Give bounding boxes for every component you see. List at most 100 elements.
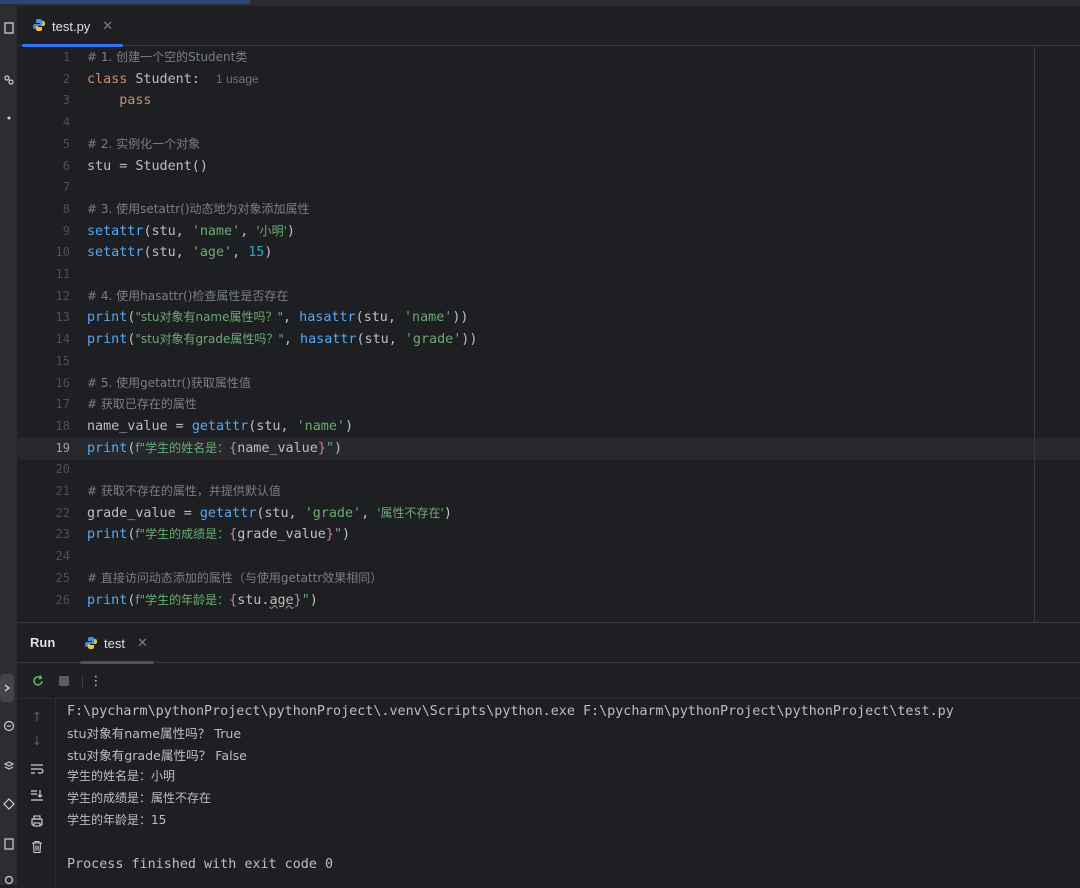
code-line-6: stu = Student() — [87, 156, 208, 178]
code-text: (stu, — [256, 505, 305, 521]
code-line-8: # 3. 使用setattr()动态地为对象添加属性 — [87, 199, 310, 221]
code-line-9: setattr(stu, 'name', '小明') — [87, 221, 295, 243]
string: '小明' — [256, 223, 287, 238]
fstring-brace: } — [325, 527, 334, 543]
string: " — [325, 440, 334, 456]
string: "stu对象有name属性吗？" — [135, 310, 284, 325]
string: f"学生的姓名是： — [135, 440, 230, 455]
code-text: ) — [342, 527, 351, 543]
arrow-up-icon[interactable]: ↑ — [27, 707, 47, 727]
code-line-13: print("stu对象有name属性吗？", hasattr(stu, 'na… — [87, 307, 468, 329]
fstring-variable: stu. — [237, 592, 270, 608]
line-number: 1 — [62, 50, 70, 64]
code-line-21: # 获取不存在的属性，并提供默认值 — [87, 481, 281, 503]
soft-wrap-icon[interactable] — [27, 759, 47, 779]
console-output[interactable]: F:\pycharm\pythonProject\pythonProject\.… — [67, 701, 1067, 875]
usage-hint[interactable]: 1 usage — [216, 72, 259, 86]
code-text: , — [361, 505, 378, 521]
console-line: 学生的成绩是：属性不存在 — [67, 791, 212, 806]
function-name: print — [87, 332, 128, 348]
code-text: stu = Student() — [87, 158, 208, 174]
function-name: getattr — [199, 505, 257, 521]
services-icon[interactable] — [0, 796, 17, 812]
code-line-12: # 4. 使用hasattr()检查属性是否存在 — [87, 286, 288, 308]
stop-icon[interactable] — [54, 671, 74, 691]
fstring-brace: { — [229, 527, 238, 543]
line-number: 17 — [55, 397, 70, 412]
fstring-brace: } — [293, 592, 302, 608]
comment: # 3. 使用setattr()动态地为对象添加属性 — [87, 201, 310, 216]
console-line-command: F:\pycharm\pythonProject\pythonProject\.… — [67, 704, 954, 719]
layers-icon[interactable] — [0, 758, 17, 774]
line-number: 25 — [55, 570, 70, 585]
line-number: 13 — [55, 310, 70, 325]
line-number: 22 — [55, 505, 70, 520]
function-name: hasattr — [300, 332, 357, 348]
print-icon[interactable] — [27, 811, 47, 831]
string: 'name' — [296, 418, 345, 434]
function-name: setattr — [87, 223, 144, 239]
fstring-brace: { — [229, 592, 238, 608]
line-number: 4 — [62, 115, 70, 130]
toolbar-separator — [82, 675, 83, 689]
run-tab-label: test — [104, 635, 125, 651]
project-icon[interactable] — [0, 20, 17, 36]
number: 15 — [248, 245, 265, 261]
close-run-tab-icon[interactable]: ✕ — [137, 636, 148, 651]
code-text: , — [283, 332, 301, 348]
line-number: 9 — [62, 223, 70, 238]
console-line: stu对象有name属性吗？ True — [67, 725, 242, 741]
console-side-toolbar: ↑ ↓ — [18, 699, 56, 886]
function-name: hasattr — [299, 310, 356, 326]
more-tools-icon[interactable] — [0, 110, 17, 126]
line-number: 11 — [55, 267, 70, 281]
trash-icon[interactable] — [27, 837, 47, 857]
code-text: (stu, — [356, 332, 405, 348]
code-line-16: # 5. 使用getattr()获取属性值 — [87, 373, 251, 395]
string: "stu对象有grade属性吗？" — [135, 332, 284, 347]
code-line-1: # 1. 创建一个空的Student类 — [87, 47, 247, 69]
line-number: 21 — [55, 484, 70, 498]
arrow-down-icon[interactable]: ↓ — [27, 731, 47, 751]
close-tab-icon[interactable]: ✕ — [102, 19, 113, 34]
run-tab-test[interactable]: test ✕ — [78, 623, 154, 664]
run-header: Run test ✕ — [18, 623, 1080, 664]
function-name: print — [87, 310, 128, 326]
function-name: getattr — [191, 418, 249, 434]
line-number: 24 — [55, 549, 70, 564]
code-text: , — [232, 245, 249, 261]
code-line-10: setattr(stu, 'age', 15) — [87, 242, 272, 264]
code-line-25: # 直接访问动态添加的属性（与使用getattr效果相同） — [87, 568, 382, 590]
more-options-icon[interactable]: ⋮ — [86, 671, 106, 691]
code-text: ) — [443, 505, 452, 521]
terminal-icon[interactable] — [0, 836, 17, 852]
string: 'name' — [403, 310, 453, 326]
function-name: print — [87, 592, 128, 608]
line-number: 19 — [55, 440, 70, 455]
line-number: 16 — [55, 375, 70, 390]
scroll-to-end-icon[interactable] — [27, 785, 47, 805]
line-number: 8 — [62, 201, 70, 216]
python-file-icon — [32, 17, 46, 36]
code-text: ) — [309, 592, 318, 608]
code-text: name_value = — [87, 418, 192, 434]
python-file-icon — [84, 636, 98, 650]
code-text: ) — [345, 418, 354, 434]
function-name: print — [87, 527, 128, 543]
line-number: 6 — [62, 158, 70, 173]
fstring-brace: { — [229, 440, 238, 456]
tab-label: test.py — [52, 18, 91, 34]
run-tool-icon[interactable] — [0, 674, 14, 702]
python-packages-icon[interactable] — [0, 718, 17, 734]
code-text: , — [240, 223, 257, 239]
rerun-icon[interactable] — [28, 671, 48, 691]
problems-icon[interactable] — [0, 872, 17, 888]
code-text: (stu, — [355, 310, 404, 326]
code-editor[interactable]: 1 2 3 4 5 6 7 8 9 10 11 12 13 14 15 16 17 18 19 20 21 22 23 24 2… — [18, 47, 1080, 622]
string: 'name' — [191, 223, 241, 239]
tab-test-py[interactable]: test.py ✕ — [22, 6, 130, 47]
string: 'age' — [191, 245, 233, 261]
code-text: ) — [264, 245, 273, 261]
code-line-18: name_value = getattr(stu, 'name') — [87, 416, 353, 438]
structure-icon[interactable] — [0, 72, 17, 88]
